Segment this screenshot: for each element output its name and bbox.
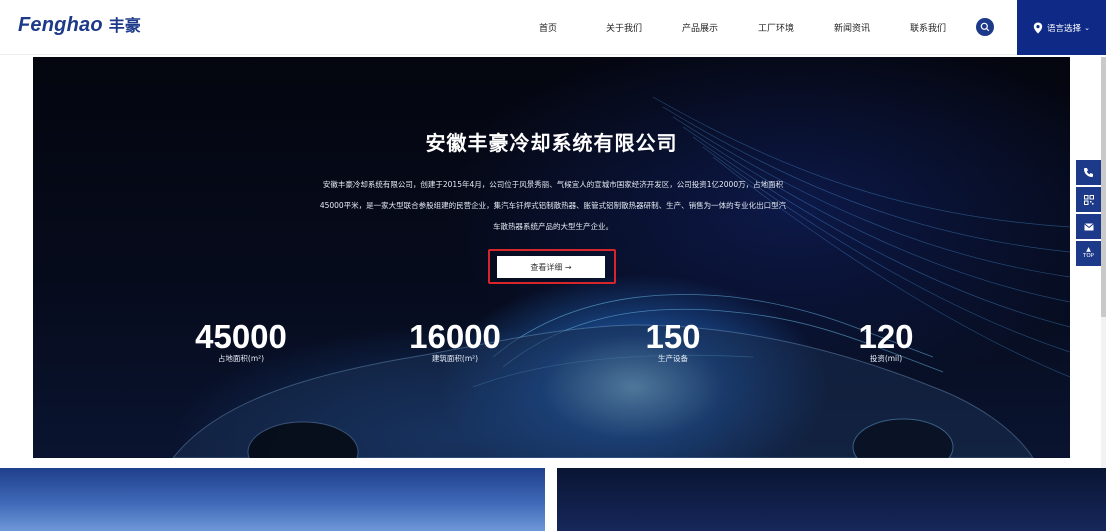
nav-item-contact[interactable]: 联系我们: [890, 21, 966, 34]
qrcode-button[interactable]: [1076, 187, 1101, 212]
site-header: Fenghao 丰豪 首页 关于我们 产品展示 工厂环境 新闻资讯 联系我们 语…: [0, 0, 1106, 55]
scrollbar-thumb[interactable]: [1101, 57, 1106, 317]
nav-item-home[interactable]: 首页: [510, 21, 586, 34]
feature-card-image-right[interactable]: [557, 468, 1106, 531]
phone-button[interactable]: [1076, 160, 1101, 185]
top-label: TOP: [1082, 253, 1094, 259]
language-label: 语言选择: [1047, 23, 1082, 34]
stat-land-area: 45000 占地面积(m²): [191, 319, 291, 364]
stat-investment: 120 投资(mil): [836, 319, 936, 364]
globe-icon: [1033, 22, 1043, 33]
hero-description-line: 车散热器系统产品的大型生产企业。: [493, 222, 613, 231]
stat-value: 150: [645, 318, 701, 355]
hero-description-line: 安徽丰豪冷却系统有限公司，创建于2015年4月，公司位于风景秀丽、气候宜人的宣城…: [322, 180, 784, 189]
hero-description: 安徽丰豪冷却系统有限公司，创建于2015年4月，公司位于风景秀丽、气候宜人的宣城…: [283, 174, 823, 237]
nav-item-news[interactable]: 新闻资讯: [814, 21, 890, 34]
search-button[interactable]: [976, 18, 994, 36]
stat-value: 16000: [409, 318, 501, 355]
back-to-top-button[interactable]: ▲ TOP: [1076, 241, 1101, 266]
site-logo[interactable]: Fenghao 丰豪: [18, 12, 141, 38]
nav-item-products[interactable]: 产品展示: [662, 21, 738, 34]
stat-equipment: 150 生产设备: [623, 319, 723, 364]
search-icon: [980, 22, 990, 32]
nav-item-about[interactable]: 关于我们: [586, 21, 662, 34]
qrcode-icon: [1083, 194, 1094, 205]
logo-text-cn: 丰豪: [108, 16, 141, 35]
stat-value: 120: [858, 318, 914, 355]
hero-title: 安徽丰豪冷却系统有限公司: [425, 131, 678, 155]
logo-text-en: Fenghao: [18, 14, 103, 36]
feature-card-image-left[interactable]: [0, 468, 545, 531]
view-details-button[interactable]: 查看详细 →: [497, 256, 605, 278]
main-nav: 首页 关于我们 产品展示 工厂环境 新闻资讯 联系我们: [510, 0, 966, 55]
email-button[interactable]: [1076, 214, 1101, 239]
stat-label: 生产设备: [658, 354, 688, 363]
chevron-down-icon: ⌄: [1084, 23, 1090, 32]
language-selector[interactable]: 语言选择 ⌄: [1017, 0, 1106, 55]
stat-building-area: 16000 建筑面积(m²): [405, 319, 505, 364]
nav-item-factory[interactable]: 工厂环境: [738, 21, 814, 34]
hero-banner: 安徽丰豪冷却系统有限公司 安徽丰豪冷却系统有限公司，创建于2015年4月，公司位…: [33, 57, 1070, 458]
stat-value: 45000: [195, 318, 287, 355]
stat-label: 投资(mil): [869, 354, 903, 363]
email-icon: [1083, 222, 1094, 230]
page-scrollbar[interactable]: [1101, 57, 1106, 531]
hero-description-line: 45000平米，是一家大型联合参股组建的民营企业，集汽车钎焊式铝制散热器、胀管式…: [319, 201, 787, 210]
phone-icon: [1084, 168, 1093, 177]
floating-sidebar: ▲ TOP: [1076, 160, 1101, 268]
